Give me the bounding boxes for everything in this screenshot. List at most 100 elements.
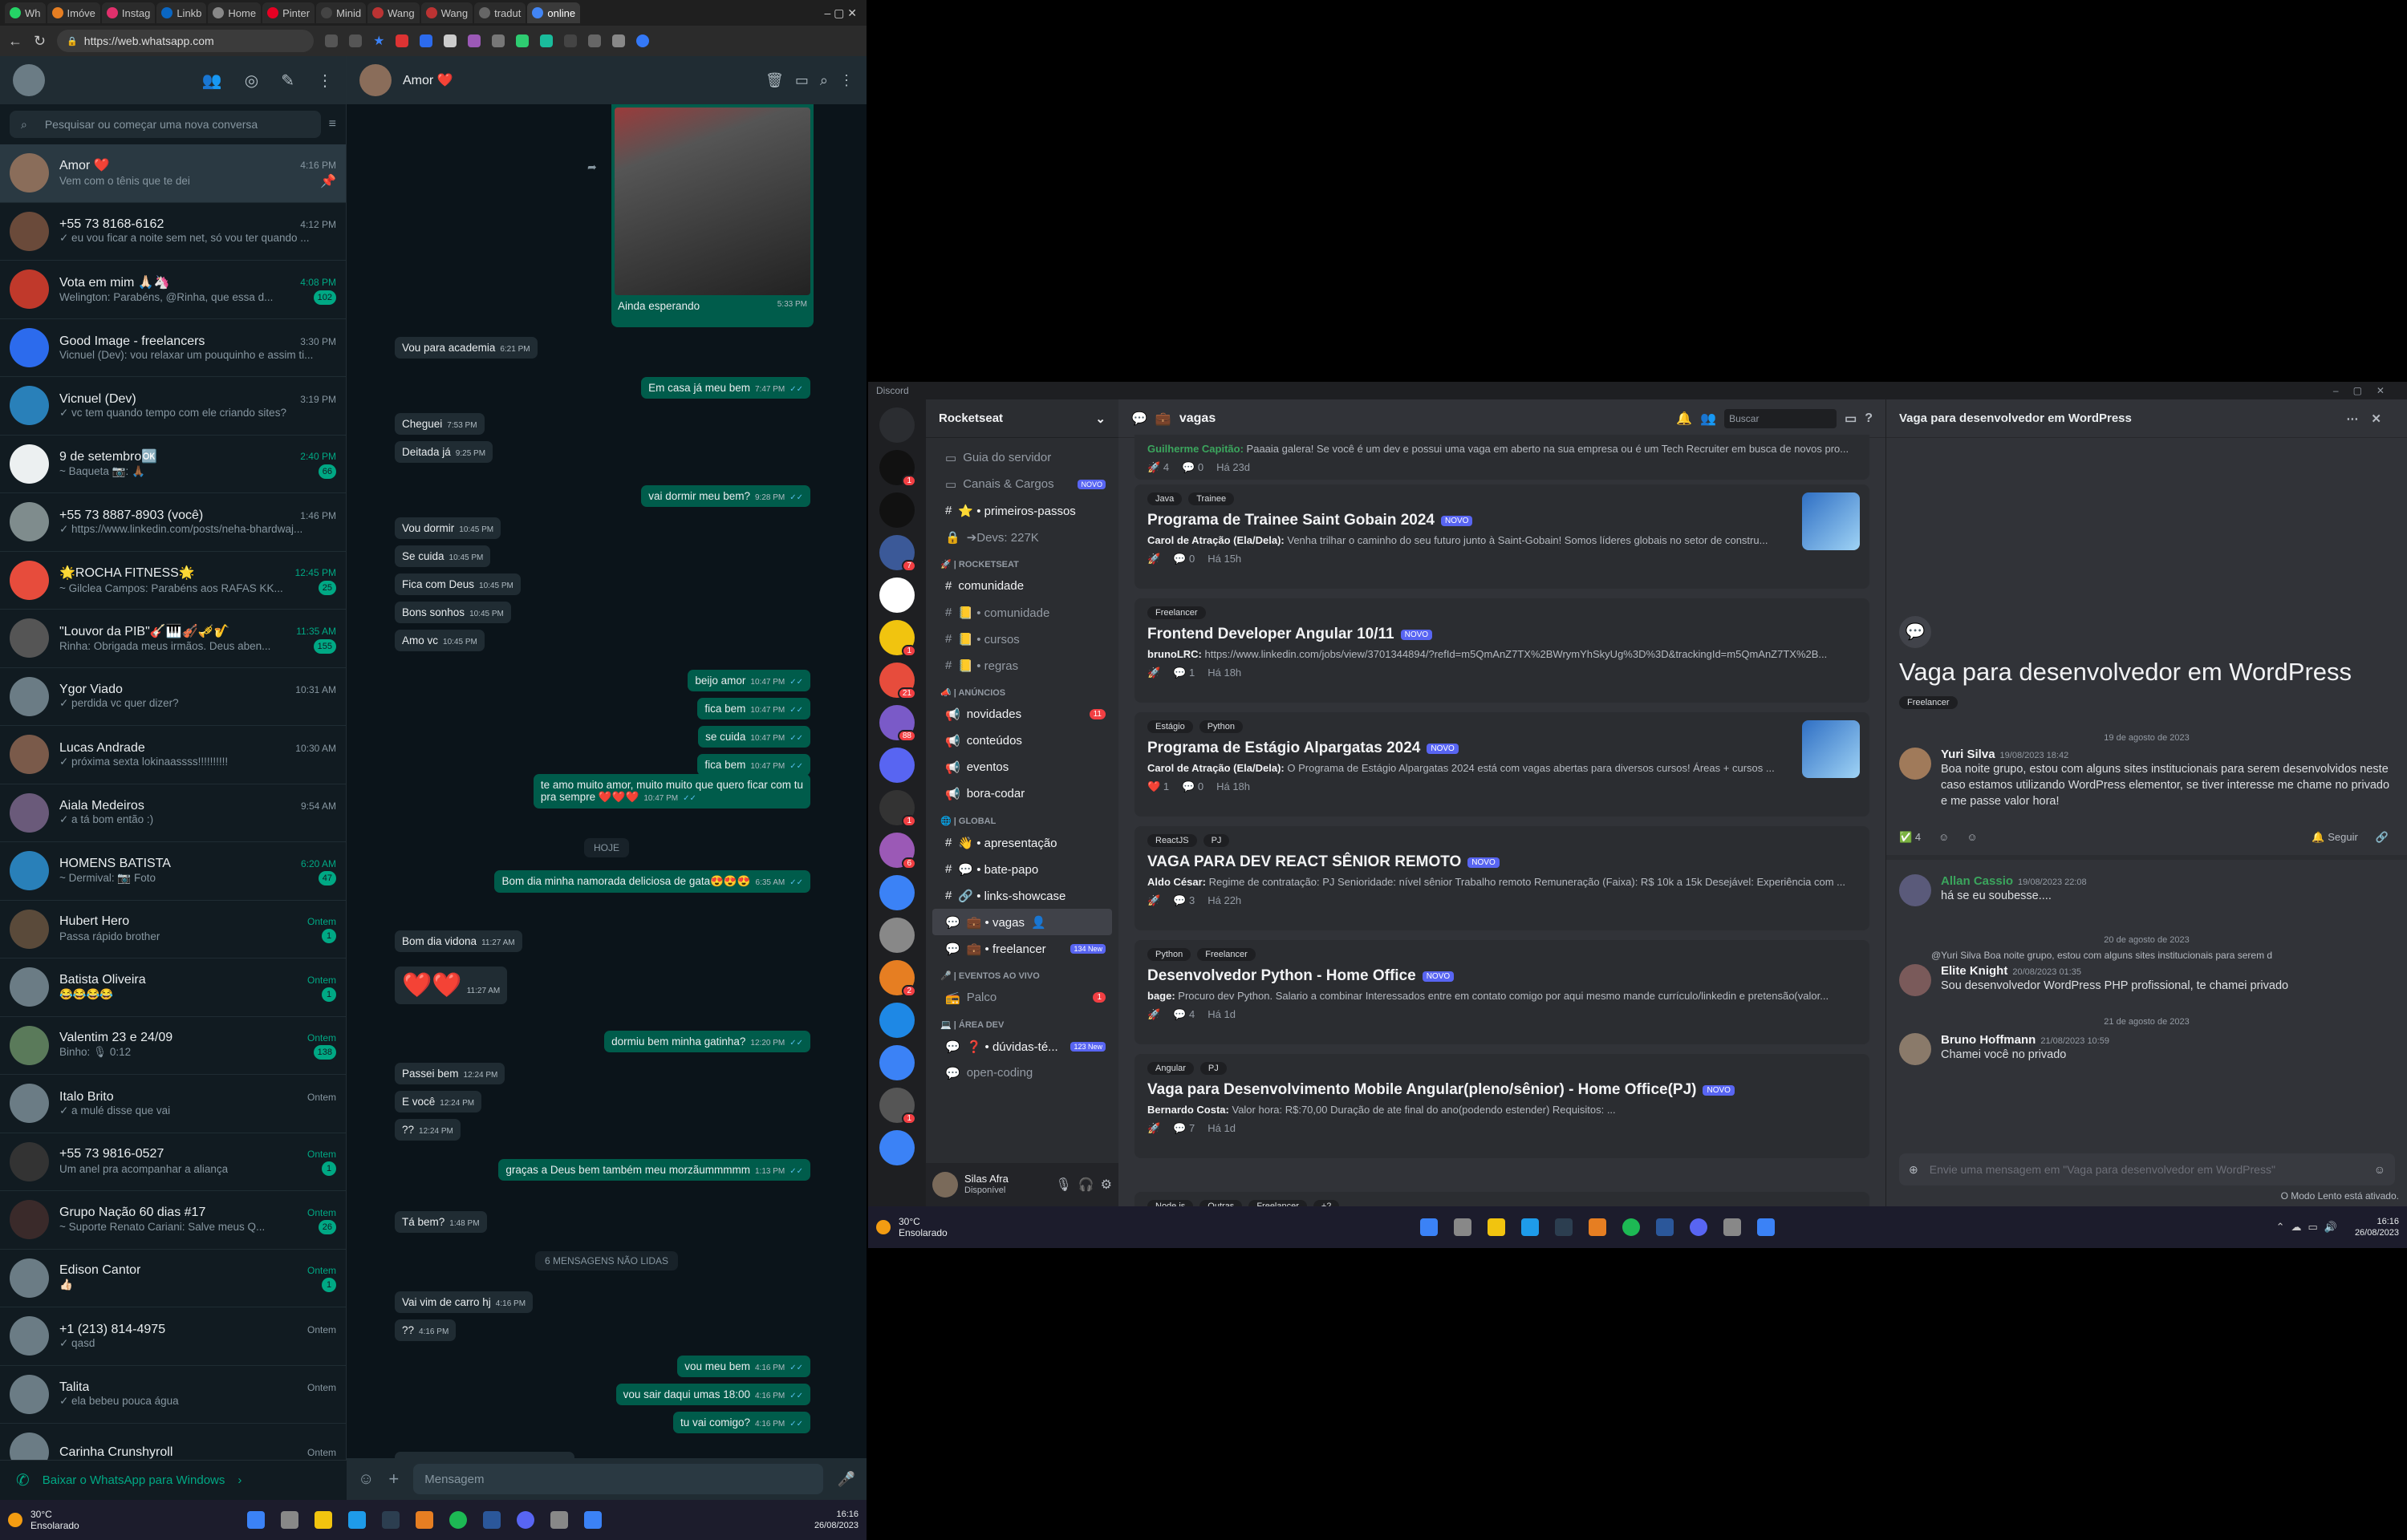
url-field[interactable]: 🔒 https://web.whatsapp.com	[57, 30, 315, 52]
inbox-icon[interactable]: ▭	[1845, 411, 1857, 427]
extension-shield-icon[interactable]	[420, 34, 433, 47]
channel-item[interactable]: # 🔗 • links-showcase	[932, 882, 1112, 909]
channel-item[interactable]: 📻 Palco 1	[932, 984, 1112, 1011]
server-icon[interactable]: 7	[879, 535, 916, 572]
post-card[interactable]: Angular PJ Vaga para Desenvolvimento Mobil…	[1134, 1054, 1869, 1158]
channel-item[interactable]: # 📒 • regras	[932, 652, 1112, 679]
browser-tab[interactable]: Imóve	[47, 2, 100, 23]
browser-tab[interactable]: Linkb	[156, 2, 207, 23]
follow-button[interactable]: 🔔 Seguir	[2312, 831, 2357, 844]
channel-item[interactable]: # 📒 • comunidade	[932, 599, 1112, 626]
post-card[interactable]: ReactJS PJ VAGA PARA DEV REACT SÊNIOR REMO…	[1134, 826, 1869, 930]
message-author[interactable]: Yuri Silva	[1941, 748, 1995, 761]
filter-icon[interactable]: ≡	[329, 117, 336, 132]
browser-tab[interactable]: online	[527, 2, 581, 23]
outgoing-message[interactable]: vai dormir meu bem? 9:28 PM ✓✓	[641, 485, 810, 507]
post-tag[interactable]: PJ	[1203, 834, 1230, 847]
server-icon[interactable]: 21	[879, 663, 916, 699]
post-thumbnail[interactable]	[1802, 492, 1860, 550]
weather-icon[interactable]	[8, 1513, 22, 1527]
chat-avatar[interactable]	[10, 792, 49, 833]
browser-tab[interactable]: Wang	[367, 2, 420, 23]
channel-category[interactable]: 🚀 | ROCKETSEAT	[926, 550, 1118, 573]
post-tag[interactable]: Java	[1147, 492, 1183, 505]
server-icon[interactable]: 2	[879, 960, 916, 997]
outgoing-message[interactable]: fica bem 10:47 PM ✓✓	[697, 698, 810, 719]
chat-avatar[interactable]	[10, 386, 49, 426]
server-icon[interactable]: 1	[879, 790, 916, 827]
weather-icon[interactable]	[876, 1220, 891, 1234]
incoming-message[interactable]: Passei bem 12:24 PM	[395, 1063, 505, 1084]
server-icon[interactable]	[879, 492, 915, 528]
channel-item[interactable]: 💬 ❓ • dúvidas-té... 123 New	[932, 1033, 1112, 1060]
notifications-icon[interactable]: 🔔	[1676, 411, 1692, 427]
figma-icon[interactable]	[416, 1511, 433, 1529]
menu-icon[interactable]: ⋮	[317, 71, 333, 91]
post-tag[interactable]: Trainee	[1188, 492, 1235, 505]
channel-category[interactable]: 🌐 | GLOBAL	[926, 807, 1118, 829]
channel-item[interactable]: 📢 novidades 11	[932, 701, 1112, 727]
post-thumbnail[interactable]	[1802, 720, 1860, 778]
file-explorer-icon[interactable]	[1488, 1218, 1505, 1236]
window-controls[interactable]: –▢✕	[2333, 385, 2399, 396]
plus-icon[interactable]: ⊕	[1909, 1163, 1918, 1177]
chat-avatar[interactable]	[10, 444, 49, 484]
figma-icon[interactable]	[1589, 1218, 1606, 1236]
reaction-check-icon[interactable]: ✅ 4	[1899, 831, 1921, 844]
server-icon[interactable]: 6	[879, 833, 916, 869]
post-title[interactable]: Programa de Estágio Alpargatas 2024 NOVO	[1147, 740, 1857, 757]
window-controls[interactable]: – ▢ ✕	[824, 6, 867, 20]
post-card-partial[interactable]: Guilherme Capitão: Paaaia galera! Se voc…	[1134, 435, 1869, 480]
message-author[interactable]: Allan Cassio	[1941, 874, 2013, 888]
incoming-message[interactable]: Vou dormir 10:45 PM	[395, 517, 501, 539]
word-icon[interactable]	[483, 1511, 501, 1529]
chat-avatar[interactable]	[10, 1025, 49, 1065]
read-aloud-icon[interactable]	[349, 34, 363, 47]
channel-item[interactable]: ▭ Canais & Cargos NOVO	[932, 471, 1112, 497]
members-icon[interactable]: 👥	[1700, 411, 1716, 427]
post-tag[interactable]: PJ	[1199, 1062, 1227, 1075]
attach-icon[interactable]: +	[388, 1469, 399, 1489]
user-avatar[interactable]	[1899, 1033, 1931, 1065]
search-input[interactable]: ⌕ Pesquisar ou começar uma nova conversa	[10, 111, 321, 138]
user-avatar[interactable]	[1899, 748, 1931, 780]
chat-avatar[interactable]	[10, 270, 49, 310]
channel-category[interactable]: 🎤 | EVENTOS AO VIVO	[926, 962, 1118, 984]
chat-list-item[interactable]: "Louvor da PIB"🎸🎹🎻🎺🎷 11:35 AM Rinha: Obrig…	[0, 610, 346, 668]
post-card[interactable]: Freelancer Frontend Developer Angular 10/…	[1134, 598, 1869, 703]
message-author[interactable]: Elite Knight	[1941, 964, 2007, 978]
incoming-message[interactable]: Amo vc 10:45 PM	[395, 630, 485, 651]
discord-icon[interactable]	[517, 1511, 534, 1529]
chat-avatar[interactable]	[10, 909, 49, 949]
store-icon[interactable]	[382, 1511, 400, 1529]
user-avatar[interactable]	[1899, 874, 1931, 906]
spotify-icon[interactable]	[449, 1511, 467, 1529]
microphone-icon[interactable]: 🎤	[838, 1471, 855, 1488]
profile-avatar[interactable]	[13, 64, 45, 96]
post-title[interactable]: VAGA PARA DEV REACT SÊNIOR REMOTO NOVO	[1147, 853, 1857, 871]
heart-reaction-icon[interactable]: ❤️ 1	[1147, 780, 1169, 793]
server-icon[interactable]: 1	[879, 620, 916, 657]
refresh-icon[interactable]: ↻	[34, 33, 46, 50]
chat-avatar[interactable]	[10, 618, 49, 659]
outgoing-message[interactable]: fica bem 10:47 PM ✓✓	[697, 754, 810, 776]
incoming-message[interactable]: Cheguei 7:53 PM	[395, 413, 485, 435]
channel-item[interactable]: 💬 💼 • freelancer 134 New	[932, 935, 1112, 962]
extension-purple-icon[interactable]	[468, 34, 481, 47]
message-input[interactable]: Mensagem	[413, 1464, 823, 1494]
status-icon[interactable]: ◎	[245, 71, 258, 91]
browser-tab[interactable]: Home	[208, 2, 262, 23]
post-title[interactable]: Vaga para Desenvolvimento Mobile Angular…	[1147, 1081, 1857, 1099]
emoji-icon[interactable]: ☺	[2374, 1163, 2385, 1176]
incoming-message[interactable]: Vou para academia 6:21 PM	[395, 337, 538, 359]
incoming-message[interactable]: Tá bem? 1:48 PM	[395, 1211, 487, 1233]
rocket-reaction-icon[interactable]: 🚀	[1147, 553, 1160, 565]
incoming-message[interactable]: Bom dia vidona 11:27 AM	[395, 930, 522, 952]
app-icon[interactable]	[1757, 1218, 1775, 1236]
channel-item[interactable]: # 👋 • apresentação	[932, 829, 1112, 856]
chat-avatar[interactable]	[10, 560, 49, 600]
incoming-message[interactable]: ?? 4:16 PM	[395, 1319, 457, 1341]
chat-list-item[interactable]: Talita Ontem ✓ ela bebeu pouca água	[0, 1366, 346, 1424]
headphones-icon[interactable]: 🎧	[1078, 1177, 1094, 1193]
channel-item[interactable]: 💬 💼 • vagas 👤	[932, 909, 1112, 935]
